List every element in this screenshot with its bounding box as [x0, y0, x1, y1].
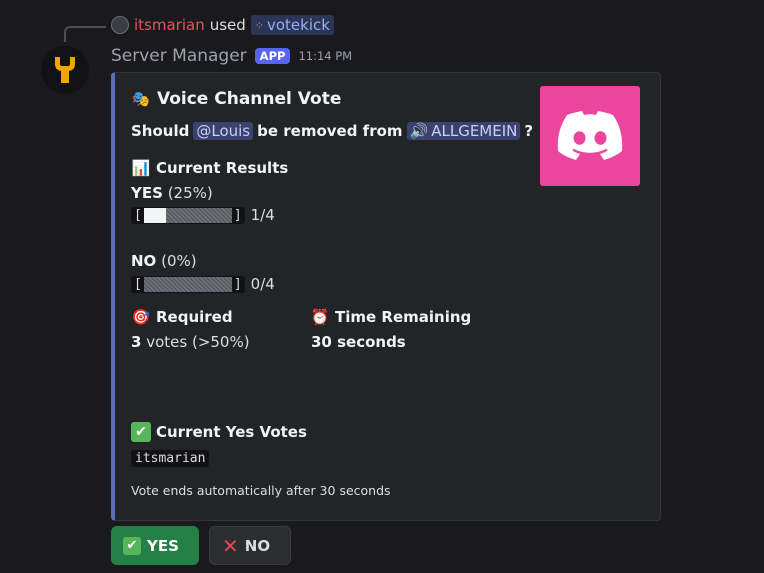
user-mention[interactable]: @Louis [193, 122, 254, 140]
required-heading: 🎯 Required [131, 307, 233, 327]
reply-connector-line [64, 26, 106, 42]
time-heading: ⏰ Time Remaining [310, 307, 472, 327]
channel-name: ALLGEMEIN [431, 122, 518, 140]
no-bar-empty [143, 276, 232, 292]
yes-voter-name: itsmarian [131, 450, 210, 467]
question-middle: be removed from [257, 122, 403, 140]
question-suffix: ? [524, 122, 534, 140]
vote-no-button[interactable]: ✕ NO [209, 526, 291, 565]
target-icon: 🎯 [131, 308, 151, 326]
vote-no-label: NO [244, 536, 271, 555]
time-value: 30 seconds [311, 333, 406, 351]
vote-yes-button[interactable]: ✔ YES [111, 526, 199, 565]
reply-reference[interactable]: itsmarian used ⁘ votekick [111, 14, 334, 36]
required-number: 3 [131, 333, 142, 351]
yes-progress-row: [] 1/4 [131, 206, 275, 224]
channel-mention[interactable]: 🔊 ALLGEMEIN [406, 122, 521, 140]
required-value: 3 votes (>50%) [131, 333, 250, 351]
reply-user-avatar[interactable] [111, 16, 129, 34]
embed-footer: Vote ends automatically after 30 seconds [131, 483, 391, 498]
message-header: Server Manager APP 11:14 PM [111, 45, 352, 67]
bot-avatar[interactable] [41, 46, 89, 94]
no-label: NO [131, 252, 157, 270]
results-heading-text: Current Results [156, 159, 289, 177]
no-progress-bar: [] [131, 275, 245, 293]
yes-count: 1/4 [250, 206, 275, 224]
bar-chart-icon: 📊 [131, 159, 151, 177]
embed-title-text: Voice Channel Vote [157, 89, 342, 109]
bot-username[interactable]: Server Manager [111, 46, 247, 66]
message-timestamp[interactable]: 11:14 PM [298, 49, 352, 63]
yes-bar-fill [143, 207, 166, 223]
command-name: votekick [267, 16, 330, 34]
yes-result-line: YES (25%) [131, 184, 213, 202]
slash-command-icon: ⁘ [254, 18, 264, 32]
vote-embed: 🎭 Voice Channel Vote Should @Louis be re… [111, 72, 661, 521]
check-box-icon: ✔ [123, 536, 141, 555]
theater-masks-icon: 🎭 [131, 90, 151, 108]
yes-percent: (25%) [167, 184, 213, 202]
no-count: 0/4 [250, 275, 275, 293]
check-mark-icon: ✔ [131, 422, 151, 442]
yes-progress-bar: [] [131, 206, 245, 224]
required-text: votes (>50%) [146, 333, 250, 351]
reply-username[interactable]: itsmarian [134, 16, 205, 34]
embed-title: 🎭 Voice Channel Vote [131, 89, 342, 109]
reply-used-text: used [209, 16, 246, 34]
question-prefix: Should [131, 122, 190, 140]
wrench-icon [55, 57, 75, 83]
cross-mark-icon: ✕ [222, 533, 239, 558]
alarm-clock-icon: ⏰ [310, 308, 330, 326]
vote-question: Should @Louis be removed from 🔊 ALLGEMEI… [131, 122, 533, 140]
time-value-text: 30 seconds [311, 333, 406, 351]
speaker-icon: 🔊 [409, 122, 429, 140]
yes-votes-heading-text: Current Yes Votes [156, 423, 307, 441]
no-result-line: NO (0%) [131, 252, 197, 270]
results-heading: 📊 Current Results [131, 158, 289, 178]
yes-votes-heading: ✔ Current Yes Votes [131, 422, 307, 442]
yes-bar-empty [165, 207, 232, 223]
yes-bar-track [143, 207, 232, 223]
no-progress-row: [] 0/4 [131, 275, 275, 293]
required-heading-text: Required [156, 308, 233, 326]
no-percent: (0%) [161, 252, 197, 270]
yes-label: YES [131, 184, 163, 202]
no-bar-track [143, 276, 232, 292]
time-heading-text: Time Remaining [335, 308, 472, 326]
app-badge: APP [254, 48, 291, 64]
vote-yes-label: YES [147, 536, 179, 555]
command-mention[interactable]: ⁘ votekick [250, 15, 334, 35]
